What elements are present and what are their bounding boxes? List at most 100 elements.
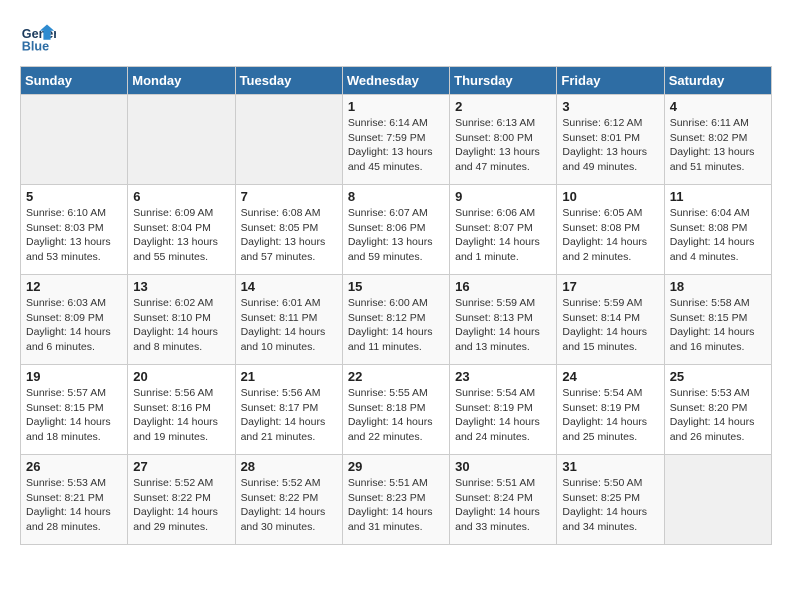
day-number: 6 (133, 189, 229, 204)
calendar-week-3: 12 Sunrise: 6:03 AMSunset: 8:09 PMDayligh… (21, 275, 772, 365)
day-info: Sunrise: 6:09 AMSunset: 8:04 PMDaylight:… (133, 206, 229, 265)
calendar-cell (664, 455, 771, 545)
calendar-cell: 2 Sunrise: 6:13 AMSunset: 8:00 PMDaylight… (450, 95, 557, 185)
calendar-cell: 30 Sunrise: 5:51 AMSunset: 8:24 PMDayligh… (450, 455, 557, 545)
weekday-header-wednesday: Wednesday (342, 67, 449, 95)
day-number: 27 (133, 459, 229, 474)
day-info: Sunrise: 5:58 AMSunset: 8:15 PMDaylight:… (670, 296, 766, 355)
calendar-week-5: 26Sunrise: 5:53 AMSunset: 8:21 PMDayligh… (21, 455, 772, 545)
calendar-cell: 27Sunrise: 5:52 AMSunset: 8:22 PMDayligh… (128, 455, 235, 545)
calendar-cell: 29Sunrise: 5:51 AMSunset: 8:23 PMDayligh… (342, 455, 449, 545)
day-info: Sunrise: 5:54 AMSunset: 8:19 PMDaylight:… (455, 386, 551, 445)
calendar-cell (21, 95, 128, 185)
day-number: 31 (562, 459, 658, 474)
day-number: 13 (133, 279, 229, 294)
calendar-cell (235, 95, 342, 185)
day-number: 16 (455, 279, 551, 294)
page-header: General Blue (20, 20, 772, 56)
day-info: Sunrise: 6:04 AMSunset: 8:08 PMDaylight:… (670, 206, 766, 265)
day-number: 5 (26, 189, 122, 204)
calendar-cell: 7 Sunrise: 6:08 AMSunset: 8:05 PMDaylight… (235, 185, 342, 275)
day-number: 4 (670, 99, 766, 114)
weekday-header-saturday: Saturday (664, 67, 771, 95)
calendar-cell: 1 Sunrise: 6:14 AMSunset: 7:59 PMDaylight… (342, 95, 449, 185)
day-info: Sunrise: 6:05 AMSunset: 8:08 PMDaylight:… (562, 206, 658, 265)
day-info: Sunrise: 5:52 AMSunset: 8:22 PMDaylight:… (241, 476, 337, 535)
calendar-cell: 26Sunrise: 5:53 AMSunset: 8:21 PMDayligh… (21, 455, 128, 545)
day-number: 11 (670, 189, 766, 204)
calendar-cell: 22 Sunrise: 5:55 AMSunset: 8:18 PMDayligh… (342, 365, 449, 455)
weekday-header-friday: Friday (557, 67, 664, 95)
day-number: 1 (348, 99, 444, 114)
svg-text:Blue: Blue (22, 40, 49, 54)
day-info: Sunrise: 6:14 AMSunset: 7:59 PMDaylight:… (348, 116, 444, 175)
day-info: Sunrise: 5:54 AMSunset: 8:19 PMDaylight:… (562, 386, 658, 445)
day-info: Sunrise: 6:06 AMSunset: 8:07 PMDaylight:… (455, 206, 551, 265)
day-info: Sunrise: 6:03 AMSunset: 8:09 PMDaylight:… (26, 296, 122, 355)
day-number: 21 (241, 369, 337, 384)
day-info: Sunrise: 5:53 AMSunset: 8:21 PMDaylight:… (26, 476, 122, 535)
calendar-cell: 28 Sunrise: 5:52 AMSunset: 8:22 PMDayligh… (235, 455, 342, 545)
weekday-header-monday: Monday (128, 67, 235, 95)
day-number: 15 (348, 279, 444, 294)
day-number: 19 (26, 369, 122, 384)
weekday-header-row: SundayMondayTuesdayWednesdayThursdayFrid… (21, 67, 772, 95)
calendar-week-1: 1 Sunrise: 6:14 AMSunset: 7:59 PMDaylight… (21, 95, 772, 185)
day-number: 22 (348, 369, 444, 384)
day-number: 30 (455, 459, 551, 474)
calendar-cell: 31 Sunrise: 5:50 AMSunset: 8:25 PMDayligh… (557, 455, 664, 545)
day-info: Sunrise: 6:00 AMSunset: 8:12 PMDaylight:… (348, 296, 444, 355)
calendar-header: SundayMondayTuesdayWednesdayThursdayFrid… (21, 67, 772, 95)
calendar-week-4: 19Sunrise: 5:57 AMSunset: 8:15 PMDayligh… (21, 365, 772, 455)
calendar-cell: 10 Sunrise: 6:05 AMSunset: 8:08 PMDayligh… (557, 185, 664, 275)
calendar-cell: 4 Sunrise: 6:11 AMSunset: 8:02 PMDaylight… (664, 95, 771, 185)
calendar-cell: 11 Sunrise: 6:04 AMSunset: 8:08 PMDayligh… (664, 185, 771, 275)
day-info: Sunrise: 5:55 AMSunset: 8:18 PMDaylight:… (348, 386, 444, 445)
calendar-cell (128, 95, 235, 185)
day-number: 23 (455, 369, 551, 384)
day-number: 17 (562, 279, 658, 294)
calendar-cell: 21Sunrise: 5:56 AMSunset: 8:17 PMDayligh… (235, 365, 342, 455)
day-number: 10 (562, 189, 658, 204)
calendar-cell: 8Sunrise: 6:07 AMSunset: 8:06 PMDaylight… (342, 185, 449, 275)
calendar-cell: 25Sunrise: 5:53 AMSunset: 8:20 PMDayligh… (664, 365, 771, 455)
calendar-week-2: 5Sunrise: 6:10 AMSunset: 8:03 PMDaylight… (21, 185, 772, 275)
day-info: Sunrise: 6:08 AMSunset: 8:05 PMDaylight:… (241, 206, 337, 265)
calendar-cell: 6 Sunrise: 6:09 AMSunset: 8:04 PMDaylight… (128, 185, 235, 275)
calendar-cell: 14 Sunrise: 6:01 AMSunset: 8:11 PMDayligh… (235, 275, 342, 365)
day-info: Sunrise: 6:02 AMSunset: 8:10 PMDaylight:… (133, 296, 229, 355)
day-info: Sunrise: 5:59 AMSunset: 8:13 PMDaylight:… (455, 296, 551, 355)
day-number: 20 (133, 369, 229, 384)
day-info: Sunrise: 5:53 AMSunset: 8:20 PMDaylight:… (670, 386, 766, 445)
weekday-header-sunday: Sunday (21, 67, 128, 95)
day-number: 28 (241, 459, 337, 474)
logo-icon: General Blue (20, 20, 56, 56)
day-number: 18 (670, 279, 766, 294)
day-info: Sunrise: 6:01 AMSunset: 8:11 PMDaylight:… (241, 296, 337, 355)
day-info: Sunrise: 5:50 AMSunset: 8:25 PMDaylight:… (562, 476, 658, 535)
calendar-cell: 13 Sunrise: 6:02 AMSunset: 8:10 PMDayligh… (128, 275, 235, 365)
day-number: 7 (241, 189, 337, 204)
day-number: 14 (241, 279, 337, 294)
calendar-cell: 18 Sunrise: 5:58 AMSunset: 8:15 PMDayligh… (664, 275, 771, 365)
day-number: 3 (562, 99, 658, 114)
day-info: Sunrise: 6:13 AMSunset: 8:00 PMDaylight:… (455, 116, 551, 175)
calendar-cell: 5Sunrise: 6:10 AMSunset: 8:03 PMDaylight… (21, 185, 128, 275)
calendar-body: 1 Sunrise: 6:14 AMSunset: 7:59 PMDaylight… (21, 95, 772, 545)
day-info: Sunrise: 6:11 AMSunset: 8:02 PMDaylight:… (670, 116, 766, 175)
day-number: 8 (348, 189, 444, 204)
day-info: Sunrise: 5:51 AMSunset: 8:24 PMDaylight:… (455, 476, 551, 535)
calendar-cell: 19Sunrise: 5:57 AMSunset: 8:15 PMDayligh… (21, 365, 128, 455)
day-number: 9 (455, 189, 551, 204)
day-number: 2 (455, 99, 551, 114)
day-info: Sunrise: 6:12 AMSunset: 8:01 PMDaylight:… (562, 116, 658, 175)
calendar-cell: 16 Sunrise: 5:59 AMSunset: 8:13 PMDayligh… (450, 275, 557, 365)
weekday-header-thursday: Thursday (450, 67, 557, 95)
weekday-header-tuesday: Tuesday (235, 67, 342, 95)
calendar-cell: 9 Sunrise: 6:06 AMSunset: 8:07 PMDaylight… (450, 185, 557, 275)
calendar-cell: 20Sunrise: 5:56 AMSunset: 8:16 PMDayligh… (128, 365, 235, 455)
logo: General Blue (20, 20, 56, 56)
calendar-cell: 12 Sunrise: 6:03 AMSunset: 8:09 PMDayligh… (21, 275, 128, 365)
day-info: Sunrise: 5:59 AMSunset: 8:14 PMDaylight:… (562, 296, 658, 355)
day-number: 12 (26, 279, 122, 294)
